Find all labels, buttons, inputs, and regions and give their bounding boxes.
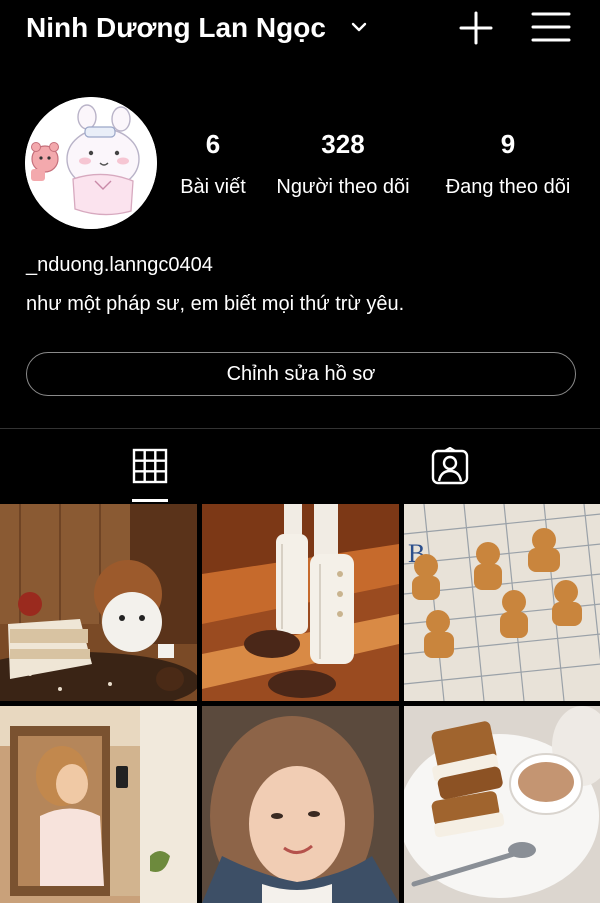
plus-icon[interactable] [458,10,494,46]
grid-post-1[interactable] [0,504,197,701]
hamburger-menu-icon[interactable] [530,10,572,44]
following-stat[interactable]: 9 Đang theo dõi [432,128,584,200]
grid-post-6[interactable] [404,706,600,903]
posts-stat[interactable]: 6 Bài viết [172,128,254,200]
post-thumbnail: B [404,504,600,701]
tab-posts-grid[interactable] [0,430,300,502]
avatar-illustration [25,97,157,229]
profile-avatar[interactable] [25,97,157,229]
followers-label: Người theo dõi [276,176,410,198]
grid-post-5[interactable] [202,706,399,903]
post-thumbnail [202,504,399,701]
tagged-person-icon [431,447,469,485]
chevron-down-icon[interactable] [350,18,368,36]
profile-bio: như một pháp sư, em biết mọi thứ trừ yêu… [26,293,405,315]
tabs-divider [0,428,600,429]
posts-count: 6 [205,129,221,159]
following-count: 9 [500,129,516,159]
grid-post-2[interactable] [202,504,399,701]
post-thumbnail [0,706,197,903]
post-thumbnail [202,706,399,903]
following-label: Đang theo dõi [445,176,571,198]
post-thumbnail [404,706,600,903]
top-header: Ninh Dương Lan Ngọc [0,0,600,58]
active-tab-indicator [132,499,168,502]
grid-post-3[interactable]: B [404,504,600,701]
edit-profile-button[interactable]: Chỉnh sửa hồ sơ [26,352,576,396]
profile-username[interactable]: Ninh Dương Lan Ngọc [26,8,326,48]
grid-post-4[interactable] [0,706,197,903]
grid-icon [132,448,168,484]
followers-count: 328 [321,129,365,159]
post-thumbnail [0,504,197,701]
posts-grid: B [0,504,600,903]
followers-stat[interactable]: 328 Người theo dõi [264,128,422,200]
tab-tagged[interactable] [300,430,600,502]
posts-label: Bài viết [180,176,246,198]
profile-handle: _nduong.lanngc0404 [26,254,213,276]
